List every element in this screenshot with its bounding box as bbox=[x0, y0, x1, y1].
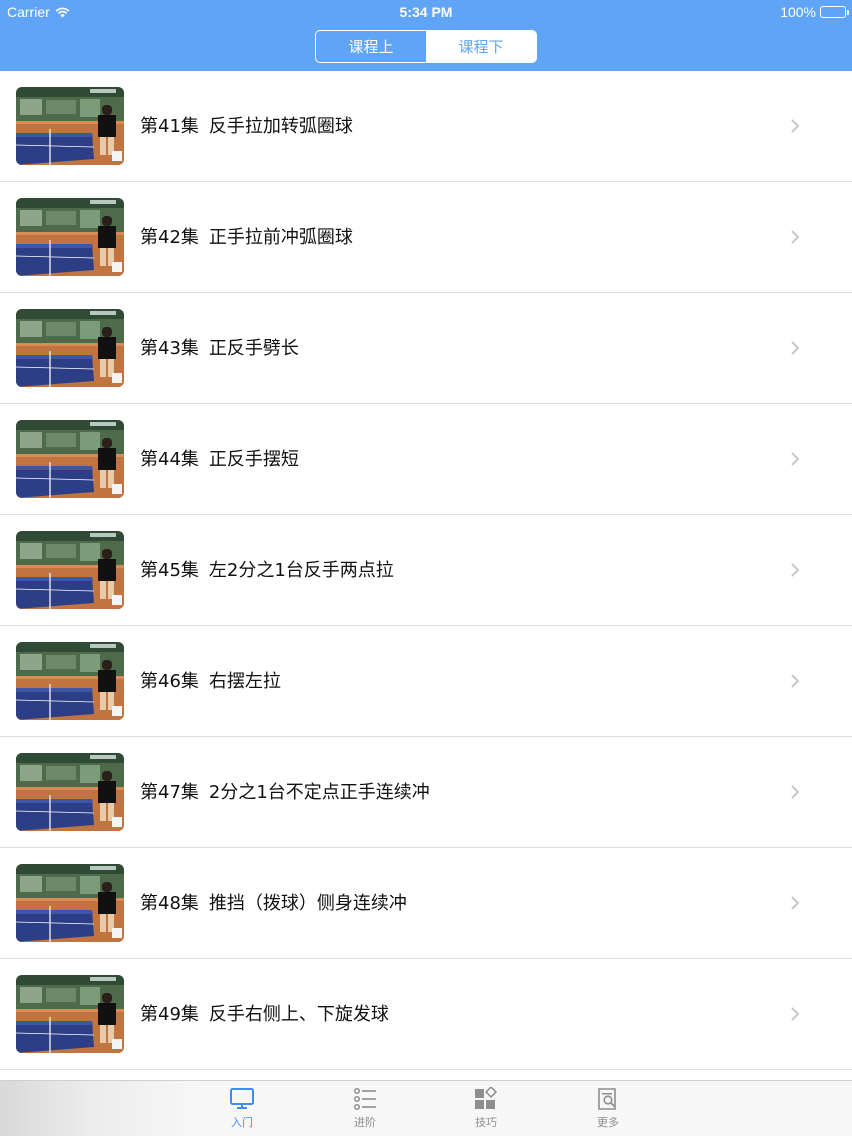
tab-label: 入门 bbox=[231, 1116, 253, 1129]
chevron-right-icon bbox=[791, 785, 800, 799]
document-search-icon bbox=[598, 1088, 616, 1110]
tab-label: 进阶 bbox=[354, 1116, 376, 1129]
tab-advanced[interactable]: 进阶 bbox=[335, 1087, 395, 1135]
grid-icon bbox=[475, 1087, 498, 1109]
chevron-right-icon bbox=[791, 674, 800, 688]
battery-icon bbox=[820, 6, 849, 18]
episode-number: 第41集 bbox=[140, 116, 199, 137]
episode-number: 第43集 bbox=[140, 338, 199, 359]
episode-name: 反手拉加转弧圈球 bbox=[208, 116, 353, 137]
episode-title: 第42集 正手拉前冲弧圈球 bbox=[140, 182, 353, 293]
video-thumbnail bbox=[16, 420, 124, 498]
video-thumbnail bbox=[16, 198, 124, 276]
list-item[interactable]: 第49集 反手右侧上、下旋发球 bbox=[0, 959, 852, 1070]
video-thumbnail bbox=[16, 975, 124, 1053]
episode-number: 第45集 bbox=[140, 560, 199, 581]
episode-name: 推挡（拨球）侧身连续冲 bbox=[208, 893, 407, 914]
status-time: 5:34 PM bbox=[399, 4, 453, 20]
episode-title: 第45集 左2分之1台反手两点拉 bbox=[140, 515, 394, 626]
tab-skills[interactable]: 技巧 bbox=[456, 1087, 516, 1135]
episode-title: 第46集 右摆左拉 bbox=[140, 626, 281, 737]
chevron-right-icon bbox=[791, 230, 800, 244]
chevron-right-icon bbox=[791, 896, 800, 910]
segment-course-part-2[interactable]: 课程下 bbox=[426, 31, 536, 62]
episode-title: 第49集 反手右侧上、下旋发球 bbox=[140, 959, 389, 1070]
episode-number: 第42集 bbox=[140, 227, 199, 248]
monitor-icon bbox=[230, 1088, 254, 1109]
battery-percent: 100% bbox=[780, 4, 816, 20]
chevron-right-icon bbox=[791, 119, 800, 133]
video-thumbnail bbox=[16, 87, 124, 165]
tab-more[interactable]: 更多 bbox=[578, 1087, 638, 1135]
episode-name: 左2分之1台反手两点拉 bbox=[208, 560, 394, 581]
episode-number: 第46集 bbox=[140, 671, 199, 692]
app-screen: Carrier 5:34 PM 100% 课程上 课程下 第41集 反手拉加转弧… bbox=[0, 0, 852, 1136]
episode-title: 第43集 正反手劈长 bbox=[140, 293, 299, 404]
episode-title: 第44集 正反手摆短 bbox=[140, 404, 299, 515]
list-item[interactable]: 第44集 正反手摆短 bbox=[0, 404, 852, 515]
episode-number: 第47集 bbox=[140, 782, 199, 803]
episode-name: 正手拉前冲弧圈球 bbox=[208, 227, 353, 248]
tab-label: 更多 bbox=[597, 1116, 619, 1129]
video-thumbnail bbox=[16, 864, 124, 942]
episode-number: 第48集 bbox=[140, 893, 199, 914]
episode-name: 正反手摆短 bbox=[208, 449, 299, 470]
navigation-header: Carrier 5:34 PM 100% 课程上 课程下 bbox=[0, 0, 852, 71]
list-item[interactable]: 第41集 反手拉加转弧圈球 bbox=[0, 71, 852, 182]
tab-bar-shade bbox=[0, 1081, 200, 1136]
episode-name: 右摆左拉 bbox=[208, 671, 281, 692]
list-item[interactable]: 第45集 左2分之1台反手两点拉 bbox=[0, 515, 852, 626]
video-thumbnail bbox=[16, 531, 124, 609]
status-right: 100% bbox=[780, 4, 849, 20]
chevron-right-icon bbox=[791, 341, 800, 355]
list-item[interactable]: 第47集 2分之1台不定点正手连续冲 bbox=[0, 737, 852, 848]
tab-label: 技巧 bbox=[475, 1116, 497, 1129]
chevron-right-icon bbox=[791, 1007, 800, 1021]
episode-number: 第49集 bbox=[140, 1004, 199, 1025]
episode-title: 第47集 2分之1台不定点正手连续冲 bbox=[140, 737, 430, 848]
tab-intro[interactable]: 入门 bbox=[212, 1087, 272, 1135]
video-thumbnail bbox=[16, 753, 124, 831]
episode-name: 反手右侧上、下旋发球 bbox=[208, 1004, 389, 1025]
episode-number: 第44集 bbox=[140, 449, 199, 470]
list-item[interactable]: 第48集 推挡（拨球）侧身连续冲 bbox=[0, 848, 852, 959]
list-icon bbox=[353, 1087, 376, 1111]
episode-title: 第48集 推挡（拨球）侧身连续冲 bbox=[140, 848, 407, 959]
status-bar: Carrier 5:34 PM 100% bbox=[0, 0, 852, 24]
episode-list: 第41集 反手拉加转弧圈球 第42集 正手拉前冲弧圈球 第43集 正反手劈长 第… bbox=[0, 71, 852, 1070]
segment-course-part-1[interactable]: 课程上 bbox=[316, 31, 426, 62]
episode-name: 2分之1台不定点正手连续冲 bbox=[208, 782, 430, 803]
tab-bar: 入门 进阶 技巧 更多 bbox=[0, 1080, 852, 1136]
chevron-right-icon bbox=[791, 452, 800, 466]
list-item[interactable]: 第46集 右摆左拉 bbox=[0, 626, 852, 737]
video-thumbnail bbox=[16, 309, 124, 387]
chevron-right-icon bbox=[791, 563, 800, 577]
episode-name: 正反手劈长 bbox=[208, 338, 299, 359]
list-item[interactable]: 第42集 正手拉前冲弧圈球 bbox=[0, 182, 852, 293]
video-thumbnail bbox=[16, 642, 124, 720]
episode-title: 第41集 反手拉加转弧圈球 bbox=[140, 71, 353, 182]
course-segmented-control: 课程上 课程下 bbox=[315, 30, 537, 63]
list-item[interactable]: 第43集 正反手劈长 bbox=[0, 293, 852, 404]
